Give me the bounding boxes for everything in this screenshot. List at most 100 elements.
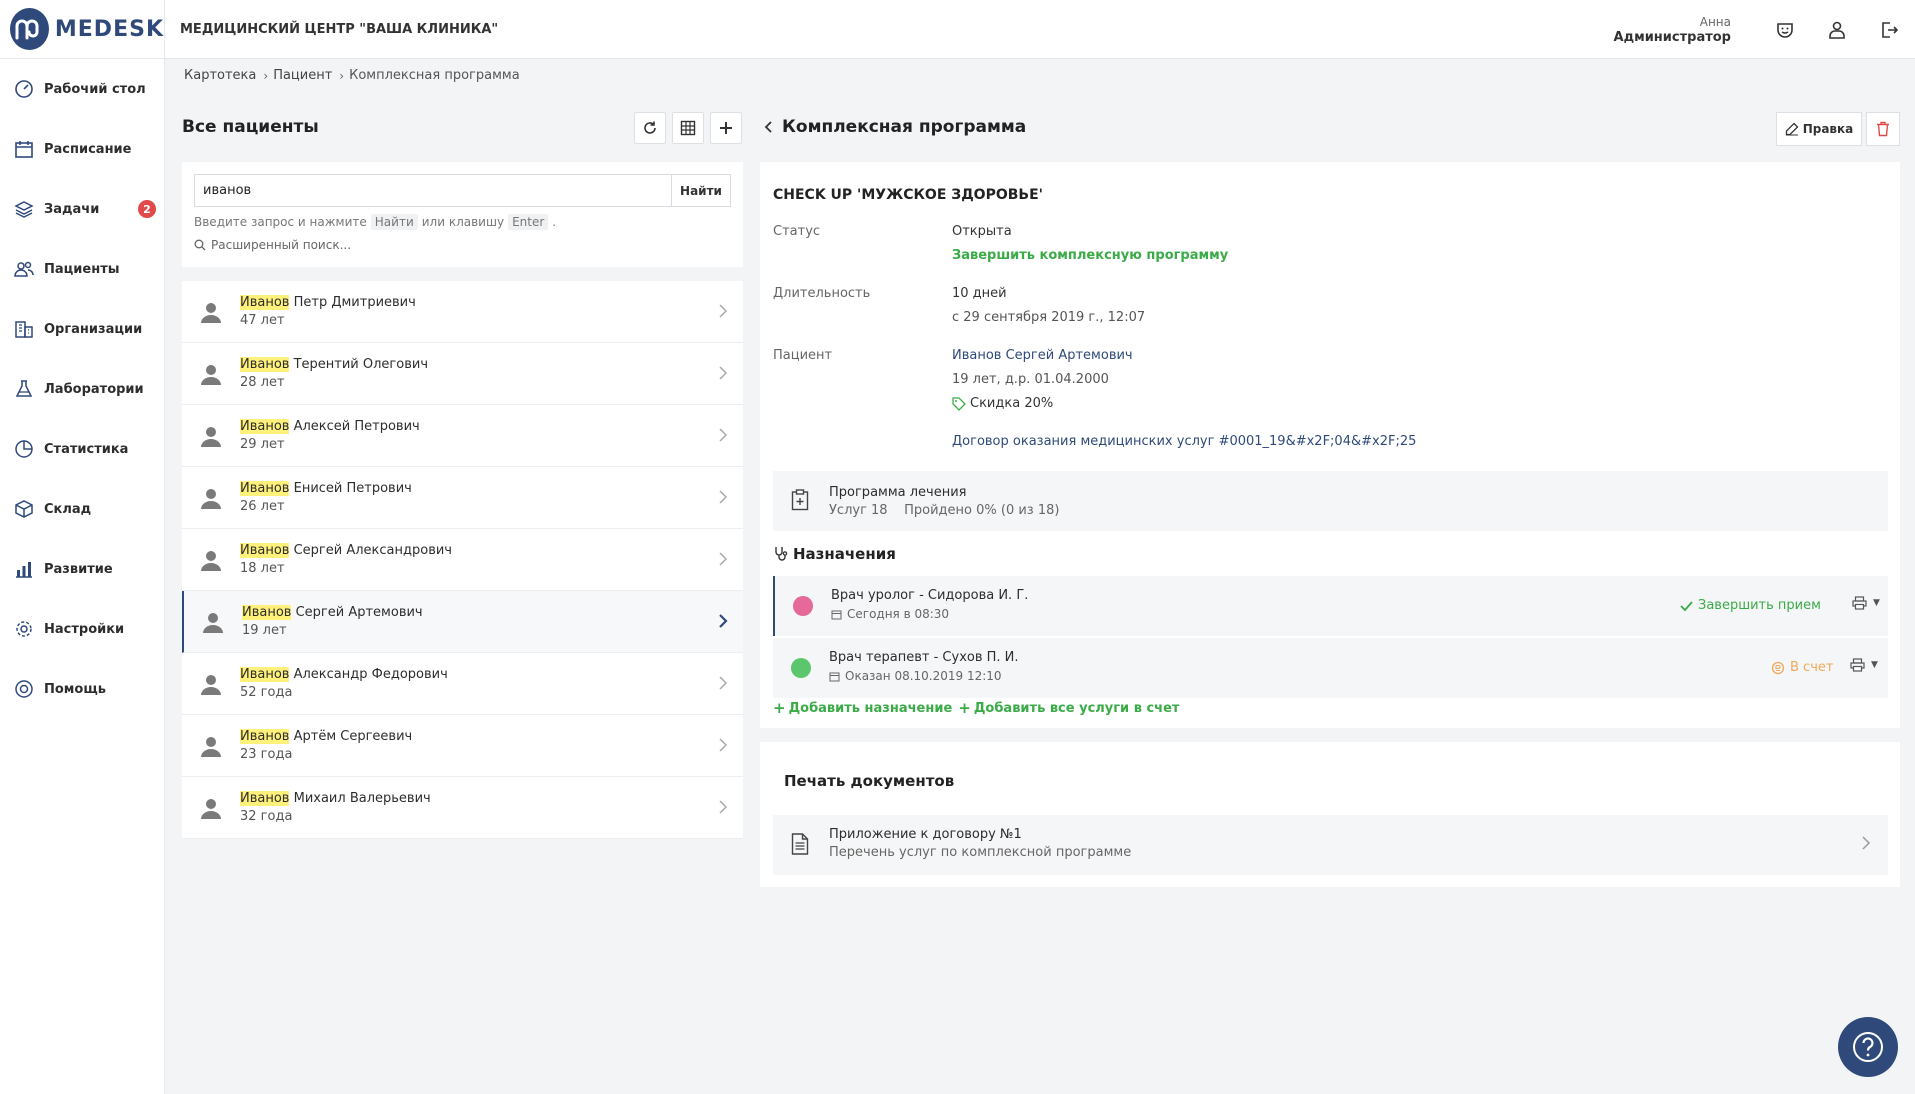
logo-text: MEDESK [54,16,164,42]
patient-age: 19 лет, д.р. 01.04.2000 [952,372,1109,387]
add-links: + Добавить назначение + Добавить все услуг… [773,699,1185,717]
plan-title: Программа лечения [829,485,967,500]
patient-row[interactable]: Иванов Артём Сергеевич 23 года [182,715,743,777]
appointment-row[interactable]: Врач уролог - Сидорова И. Г. Сегодня в 0… [773,576,1888,636]
patient-info: Иванов Петр Дмитриевич 47 лет [240,294,416,330]
sidebar-item-settings[interactable]: Настройки [0,599,164,659]
patients-title: Все пациенты [182,117,319,137]
status-dot [791,658,811,678]
patient-name: Иванов Михаил Валерьевич [240,790,431,808]
lifebuoy-icon [13,678,35,700]
sidebar-item-statistics[interactable]: Статистика [0,419,164,479]
finish-appointment-button[interactable]: Завершить прием [1680,598,1821,613]
refresh-button[interactable] [634,112,666,144]
patient-age: 26 лет [240,498,285,514]
user-avatar-icon [197,484,225,512]
finish-program-link[interactable]: Завершить комплексную программу [952,248,1228,263]
breadcrumb-link[interactable]: Пациент [273,68,332,83]
name-rest: Александр Федорович [289,666,448,682]
sidebar-item-development[interactable]: Развитие [0,539,164,599]
sidebar-item-patients[interactable]: Пациенты [0,239,164,299]
name-highlight: Иванов [242,604,292,620]
profile-icon[interactable] [1811,0,1863,59]
duration-since: с 29 сентября 2019 г., 12:07 [952,310,1146,325]
name-highlight: Иванов [240,790,290,806]
print-icon[interactable] [1852,596,1867,614]
sidebar-item-warehouse[interactable]: Склад [0,479,164,539]
patient-label: Пациент [773,348,833,363]
patient-row[interactable]: Иванов Сергей Артемович 19 лет [182,591,743,653]
patient-name: Иванов Александр Федорович [240,666,448,684]
help-button[interactable] [1838,1017,1898,1077]
sidebar-item-labs[interactable]: Лаборатории [0,359,164,419]
name-rest: Сергей Артемович [291,604,423,620]
clipboard-icon [791,489,809,515]
patient-row[interactable]: Иванов Терентий Олегович 28 лет [182,343,743,405]
logout-icon[interactable] [1863,0,1915,59]
advanced-search-link[interactable]: Расширенный поиск... [194,238,351,252]
name-highlight: Иванов [240,418,290,434]
tag-icon [952,396,966,411]
hint-key: Найти [370,214,418,230]
status-label: Статус [773,224,821,239]
appointment-title: Врач терапевт - Сухов П. И. [829,650,1019,665]
to-invoice-button[interactable]: В счет [1771,660,1833,675]
patient-row[interactable]: Иванов Сергей Александрович 18 лет [182,529,743,591]
document-row[interactable]: Приложение к договору №1 Перечень услуг … [773,815,1888,875]
patient-row[interactable]: Иванов Александр Федорович 52 года [182,653,743,715]
add-all-services-link[interactable]: + Добавить все услуги в счет [958,699,1179,717]
breadcrumb-link[interactable]: Картотека [184,68,256,83]
patient-name: Иванов Терентий Олегович [240,356,428,374]
patient-row[interactable]: Иванов Петр Дмитриевич 47 лет [182,281,743,343]
add-patient-button[interactable] [710,112,742,144]
chevron-right-icon [713,549,733,569]
invoice-icon [1771,661,1785,674]
document-title: Приложение к договору №1 [829,827,1022,842]
user-info[interactable]: Анна Администратор [1614,15,1731,45]
box-icon [13,498,35,520]
patient-row[interactable]: Иванов Алексей Петрович 29 лет [182,405,743,467]
pie-chart-icon [13,438,35,460]
patient-search-input[interactable] [194,174,672,207]
table-view-button[interactable] [672,112,704,144]
patient-row[interactable]: Иванов Енисей Петрович 26 лет [182,467,743,529]
back-chevron-icon[interactable] [764,120,774,134]
program-title: Комплексная программа [782,117,1027,137]
contract-link[interactable]: Договор оказания медицинских услуг #0001… [952,434,1416,449]
sidebar-item-schedule[interactable]: Расписание [0,119,164,179]
sidebar-item-label: Развитие [44,561,113,577]
treatment-plan[interactable]: Программа лечения Услуг 18 Пройдено 0% (… [773,471,1888,531]
support-icon[interactable] [1759,0,1811,59]
name-rest: Артём Сергеевич [289,728,413,744]
edit-button[interactable]: Правка [1776,112,1862,146]
add-appointment-link[interactable]: + Добавить назначение [773,699,952,717]
name-highlight: Иванов [240,666,290,682]
discount: Скидка 20% [952,396,1053,411]
patient-link[interactable]: Иванов Сергей Артемович [952,348,1133,363]
user-avatar-icon [197,422,225,450]
print-icon[interactable] [1850,658,1865,676]
sidebar-item-organizations[interactable]: Организации [0,299,164,359]
breadcrumb: Картотека › Пациент › Комплексная програ… [184,68,520,83]
sidebar-item-label: Расписание [44,141,132,157]
appointment-row[interactable]: Врач терапевт - Сухов П. И. Оказан 08.10… [773,638,1888,698]
sidebar-item-tasks[interactable]: Задачи 2 [0,179,164,239]
patient-info: Иванов Алексей Петрович 29 лет [240,418,420,454]
caret-down-icon[interactable]: ▼ [1871,660,1878,670]
patient-age: 32 года [240,808,293,824]
logo[interactable]: MEDESK [0,0,165,59]
appointment-title: Врач уролог - Сидорова И. Г. [831,588,1029,603]
edit-icon [1785,122,1799,136]
delete-button[interactable] [1866,112,1900,146]
patient-row[interactable]: Иванов Михаил Валерьевич 32 года [182,777,743,839]
patient-name: Иванов Енисей Петрович [240,480,412,498]
gear-icon [13,618,35,640]
caret-down-icon[interactable]: ▼ [1873,598,1880,608]
sidebar-item-help[interactable]: Помощь [0,659,164,719]
search-button[interactable]: Найти [671,174,731,207]
chevron-right-icon [1861,835,1871,855]
program-header: Комплексная программа [764,117,1026,137]
sidebar-item-label: Задачи [44,201,100,217]
user-role: Администратор [1613,29,1731,45]
sidebar-item-dashboard[interactable]: Рабочий стол [0,59,164,119]
